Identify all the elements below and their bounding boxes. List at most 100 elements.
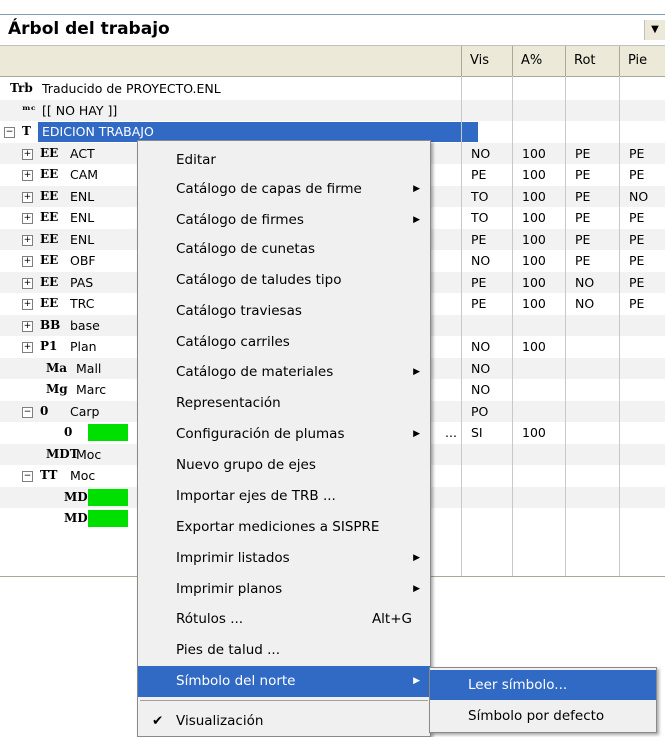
grid-cell[interactable]: NO [461,358,490,379]
grid-cell[interactable]: PE [565,229,590,250]
grid-cell[interactable] [461,315,471,336]
menu-item[interactable]: Imprimir listados ▶ [138,543,430,574]
tree-node-label[interactable]: base [70,315,100,336]
grid-cell[interactable] [619,379,629,400]
column-header-a-percent[interactable]: A% [512,46,565,76]
menu-item[interactable]: Catálogo traviesas [138,296,430,327]
tree-node-label[interactable]: PAS [70,272,93,293]
grid-cell[interactable] [619,444,629,465]
menu-item[interactable]: Catálogo de firmes ▶ [138,205,430,236]
grid-cell[interactable] [512,78,522,99]
tree-node-label[interactable]: EDICION TRABAJO [42,121,154,142]
grid-cell[interactable] [565,422,575,443]
menu-item[interactable]: Catálogo carriles [138,327,430,358]
grid-cell[interactable] [461,444,471,465]
grid-cell[interactable] [461,78,471,99]
expand-icon[interactable]: + [22,277,33,289]
grid-cell[interactable] [565,336,575,357]
expand-icon[interactable]: + [22,320,33,332]
tree-node-label[interactable]: Moc [70,465,95,486]
grid-cell[interactable] [619,78,629,99]
tree-node-label[interactable]: Mall [76,358,101,379]
column-header-pie[interactable]: Pie [619,46,665,76]
grid-cell[interactable]: 100 [512,186,546,207]
grid-cell[interactable]: PE [619,207,644,228]
grid-cell[interactable]: PE [461,164,486,185]
grid-cell[interactable]: PE [619,250,644,271]
grid-cell[interactable]: NO [461,143,490,164]
menu-item[interactable]: Catálogo de capas de firme ▶ [138,174,430,205]
grid-cell[interactable] [512,315,522,336]
menu-item[interactable]: Símbolo del norte ▶ [138,666,430,697]
grid-cell[interactable] [565,487,575,508]
grid-cell[interactable] [461,465,471,486]
submenu-item[interactable]: Leer símbolo... [430,670,656,700]
tree-node-label[interactable]: [[ NO HAY ]] [42,100,117,121]
grid-cell[interactable] [619,401,629,422]
grid-cell[interactable] [619,508,629,529]
expand-icon[interactable]: + [22,148,33,160]
tree-node-label[interactable]: OBF [70,250,96,271]
grid-cell[interactable]: PE [565,207,590,228]
grid-cell[interactable] [619,465,629,486]
grid-cell[interactable]: PE [619,293,644,314]
expand-icon[interactable]: + [22,191,33,203]
grid-cell[interactable]: 100 [512,293,546,314]
tree-node-label[interactable]: Plan [70,336,97,357]
tree-node-label[interactable]: ENL [70,186,94,207]
grid-cell[interactable] [619,358,629,379]
menu-item[interactable]: Exportar mediciones a SISPRE [138,512,430,543]
grid-cell[interactable] [565,121,575,142]
menu-item[interactable]: Representación [138,388,430,419]
grid-cell[interactable]: PE [619,143,644,164]
tree-node-label[interactable]: ENL [70,229,94,250]
grid-cell[interactable] [512,487,522,508]
grid-cell[interactable] [512,444,522,465]
grid-cell[interactable]: PE [565,164,590,185]
collapse-icon[interactable]: − [4,127,15,138]
grid-cell[interactable]: TO [461,186,488,207]
grid-cell[interactable] [512,465,522,486]
expand-icon[interactable]: + [22,342,33,353]
grid-cell[interactable] [565,358,575,379]
grid-cell[interactable] [565,78,575,99]
menu-item[interactable]: Configuración de plumas ▶ [138,419,430,450]
grid-cell[interactable]: PE [461,229,486,250]
grid-cell[interactable]: PE [565,143,590,164]
tree-node-label[interactable]: ACT [70,143,95,164]
grid-cell[interactable]: SI [461,422,483,443]
grid-cell[interactable]: NO [565,293,594,314]
column-header-vis[interactable]: Vis [461,46,512,76]
collapse-icon[interactable]: − [22,406,33,418]
tree-node-label[interactable]: Carp [70,401,99,422]
grid-cell[interactable] [565,444,575,465]
grid-cell[interactable] [512,121,522,142]
grid-cell[interactable] [619,487,629,508]
menu-item[interactable]: ✔ Visualización [138,706,430,737]
grid-cell[interactable]: PE [619,272,644,293]
tree-node-label[interactable]: CAM [70,164,98,185]
grid-cell[interactable] [512,358,522,379]
menu-item[interactable]: Catálogo de cunetas [138,234,430,265]
expand-icon[interactable]: + [22,213,33,224]
menu-item[interactable]: Rótulos ... Alt+G [138,604,430,635]
grid-cell[interactable]: NO [461,379,490,400]
grid-cell[interactable] [565,508,575,529]
grid-cell[interactable]: NO [619,186,648,207]
menu-item[interactable]: Catálogo de materiales ▶ [138,357,430,388]
grid-cell[interactable]: PE [619,229,644,250]
grid-cell[interactable] [619,422,629,443]
grid-cell[interactable]: NO [461,250,490,271]
grid-cell[interactable]: NO [461,336,490,357]
grid-cell[interactable]: 100 [512,250,546,271]
grid-cell[interactable] [565,100,575,121]
grid-cell[interactable]: PE [461,293,486,314]
menu-item[interactable]: Catálogo de taludes tipo [138,265,430,296]
tree-node-label[interactable]: Moc [76,444,101,465]
grid-cell[interactable] [512,401,522,422]
grid-cell[interactable]: TO [461,207,488,228]
tree-node-label[interactable]: TRC [70,293,94,314]
grid-cell[interactable] [512,379,522,400]
collapse-icon[interactable]: − [22,471,33,482]
grid-cell[interactable] [619,100,629,121]
